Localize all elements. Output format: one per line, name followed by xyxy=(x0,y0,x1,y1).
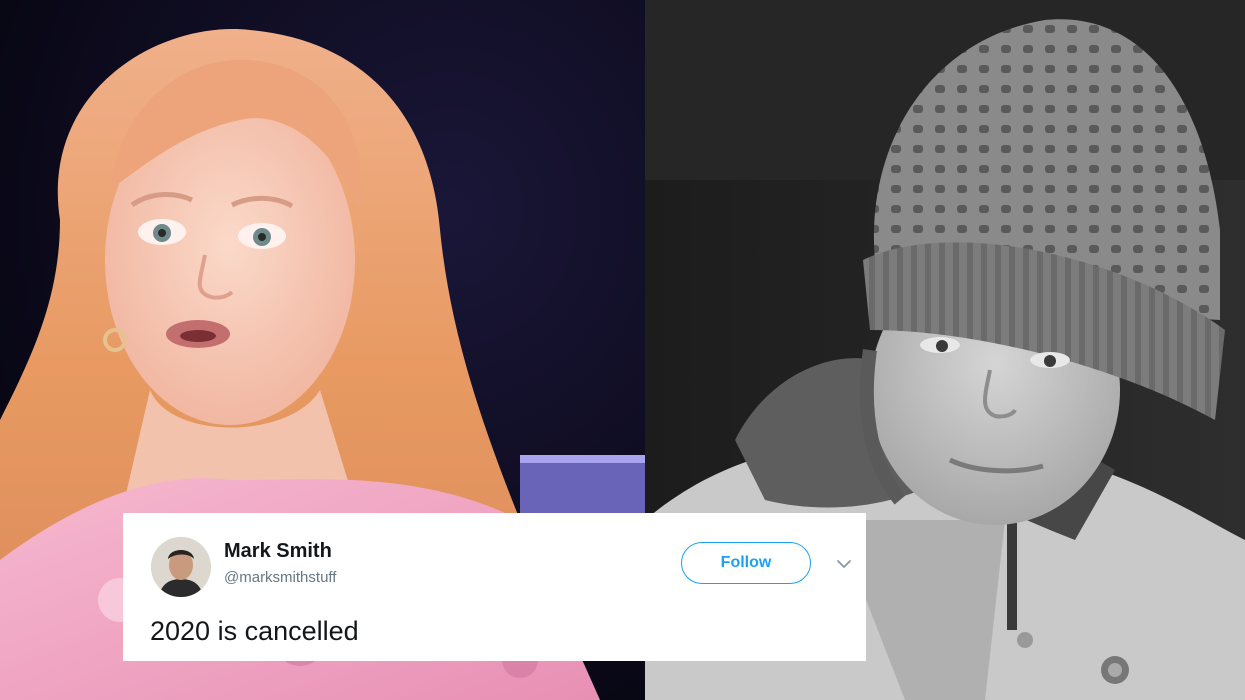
avatar[interactable] xyxy=(151,537,211,597)
meme-composite: Mark Smith @marksmithstuff Follow 2020 i… xyxy=(0,0,1245,700)
tweet-card: Mark Smith @marksmithstuff Follow 2020 i… xyxy=(123,513,866,661)
chevron-down-icon[interactable] xyxy=(835,555,853,573)
follow-button[interactable]: Follow xyxy=(681,542,811,584)
tweet-text: 2020 is cancelled xyxy=(150,616,359,646)
user-handle[interactable]: @marksmithstuff xyxy=(224,569,336,586)
display-name[interactable]: Mark Smith xyxy=(224,540,332,563)
